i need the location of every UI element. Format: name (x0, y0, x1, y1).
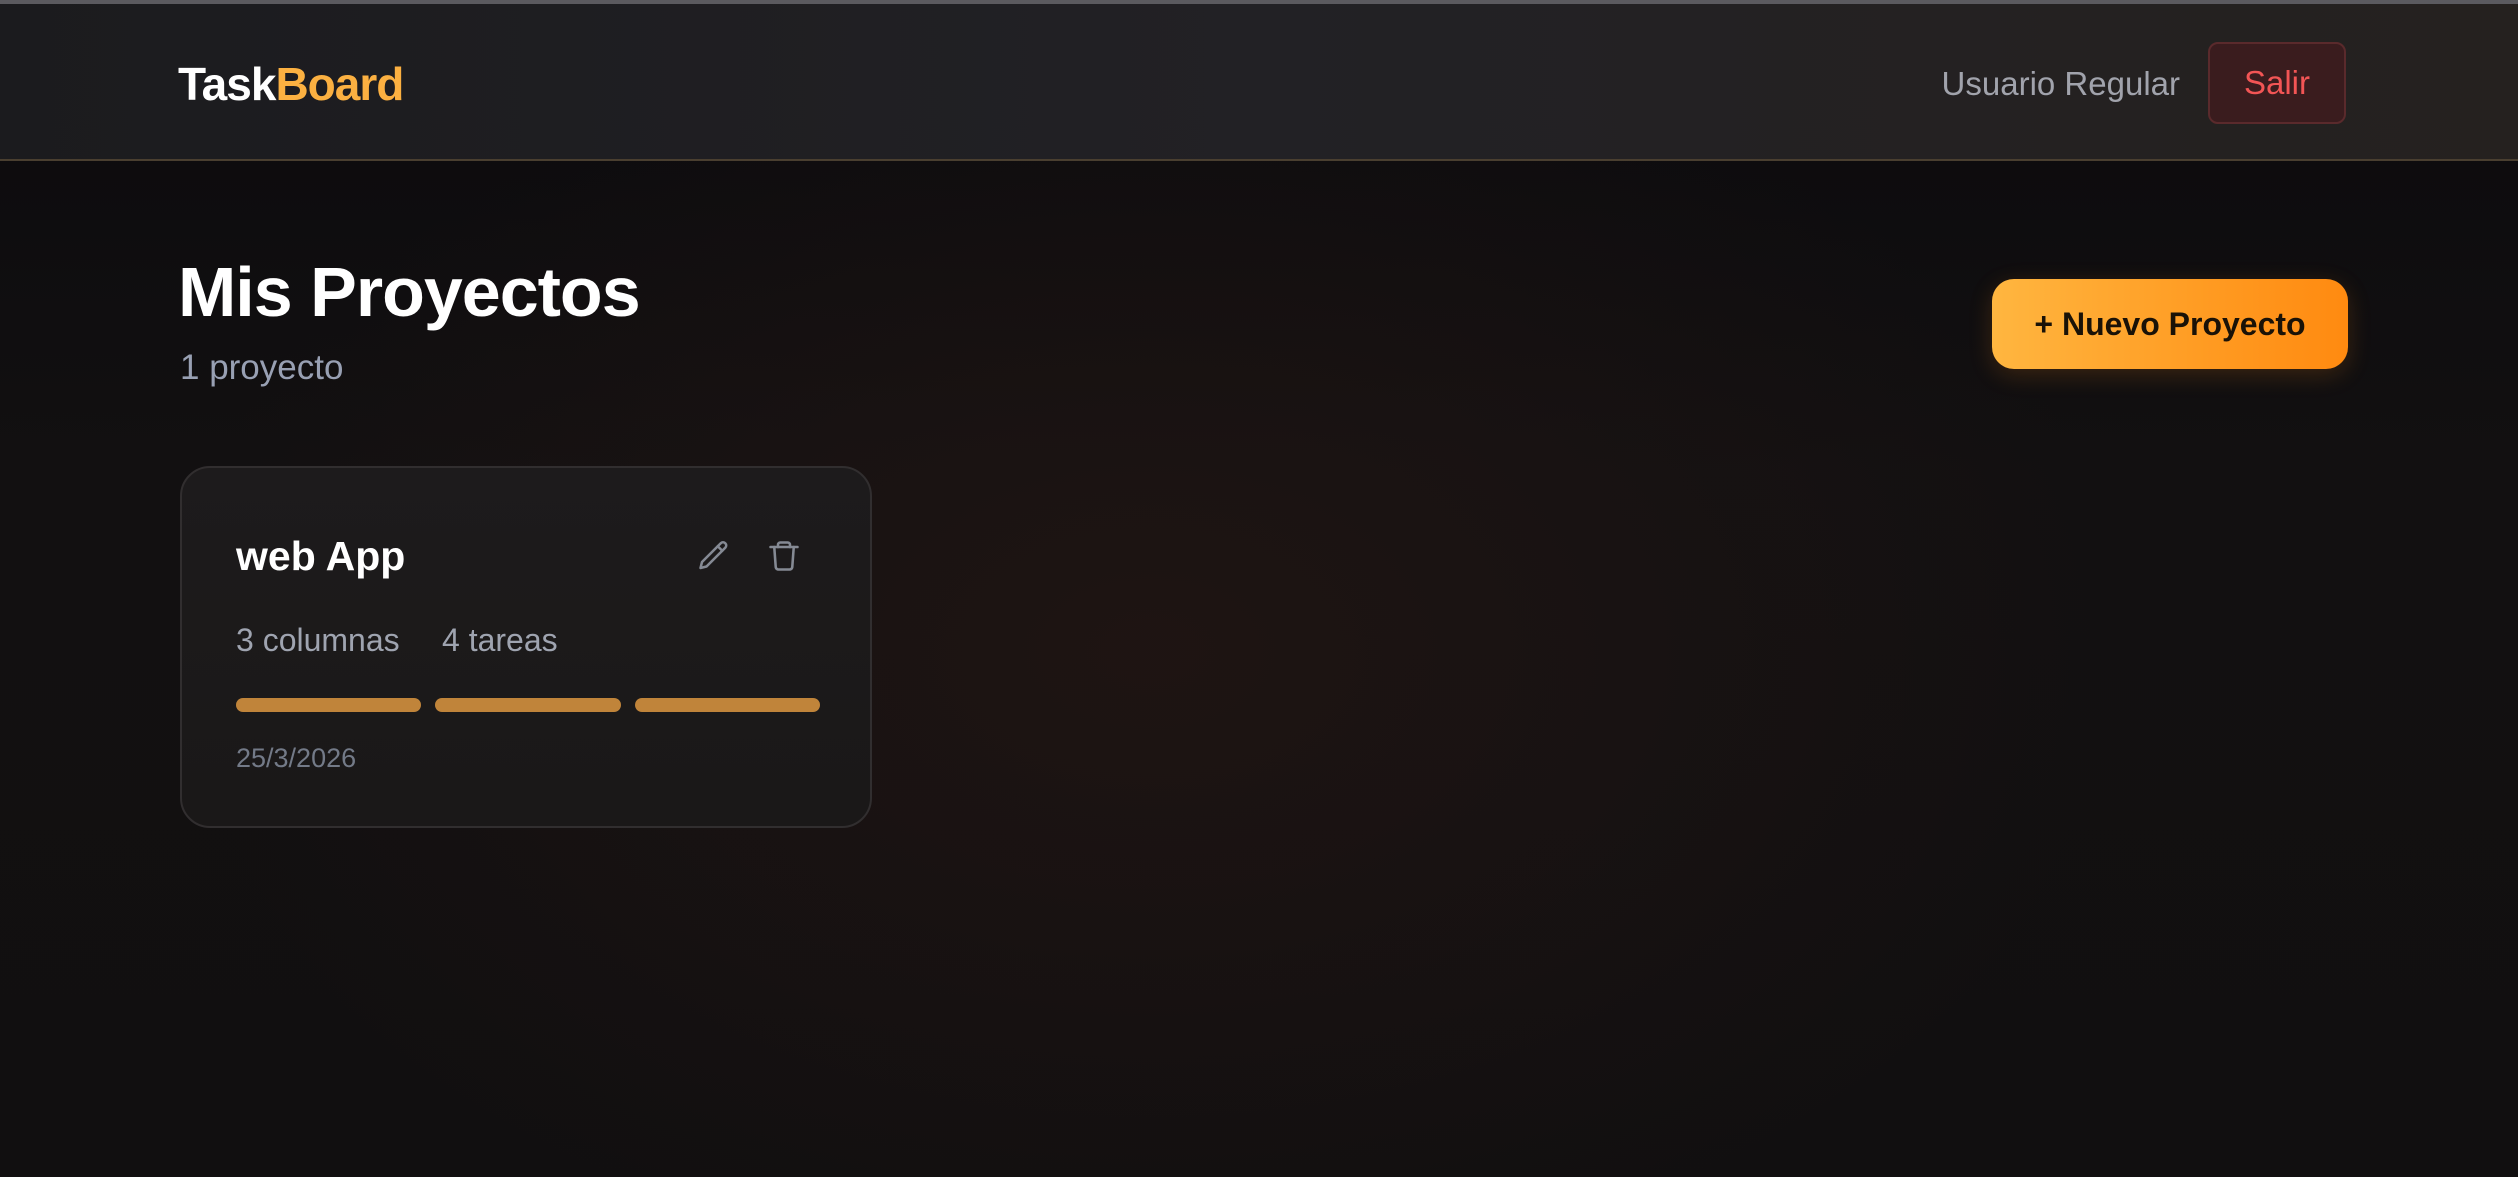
project-task-count: 4 tareas (442, 622, 558, 658)
page-title: Mis Proyectos (178, 253, 641, 331)
column-indicator-bar (634, 698, 820, 712)
app-logo[interactable]: TaskBoard (178, 54, 404, 114)
delete-project-button[interactable] (760, 532, 808, 580)
app-header: TaskBoard Usuario Regular Salir (0, 4, 2518, 161)
current-user-name: Usuario Regular (1941, 65, 2180, 102)
column-indicator-bar (236, 698, 422, 712)
project-name: web App (236, 533, 406, 579)
project-column-count: 3 columnas (236, 622, 400, 658)
project-date: 25/3/2026 (236, 743, 357, 773)
pencil-icon (699, 541, 728, 570)
new-project-button[interactable]: + Nuevo Proyecto (1992, 279, 2348, 369)
trash-icon (769, 541, 799, 571)
column-indicator-bar (435, 698, 621, 712)
edit-project-button[interactable] (690, 532, 738, 580)
column-indicator-bars (236, 698, 820, 712)
logo-text-board: Board (275, 58, 404, 110)
logo-text-task: Task (178, 58, 276, 110)
project-card[interactable]: web App 3 columnas 4 tareas 25/3/2026 (180, 466, 872, 828)
project-count: 1 proyecto (180, 348, 344, 387)
logout-button[interactable]: Salir (2208, 42, 2346, 124)
